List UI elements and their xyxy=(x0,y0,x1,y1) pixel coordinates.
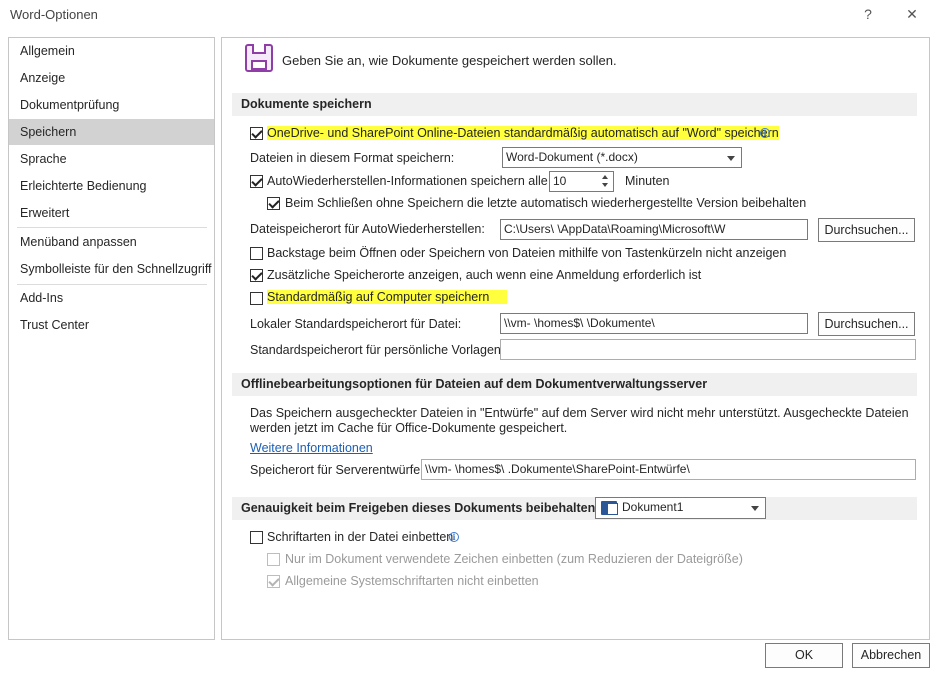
drafts-location-label: Speicherort für Serverentwürfe: xyxy=(250,463,424,477)
onedrive-label: OneDrive- und SharePoint Online-Dateien … xyxy=(267,126,779,140)
additional-places-checkbox[interactable] xyxy=(250,269,263,282)
autorecover-minutes-value: 10 xyxy=(553,174,567,188)
backstage-label: Backstage beim Öffnen oder Speichern von… xyxy=(267,246,787,260)
more-info-link[interactable]: Weitere Informationen xyxy=(250,441,373,455)
sidebar: Allgemein Anzeige Dokumentprüfung Speich… xyxy=(8,37,215,640)
format-select-value: Word-Dokument (*.docx) xyxy=(506,150,638,164)
fidelity-document-value: Dokument1 xyxy=(622,500,684,514)
word-document-icon xyxy=(601,501,618,515)
section-header-save: Dokumente speichern xyxy=(232,93,917,116)
page-heading: Geben Sie an, wie Dokumente gespeichert … xyxy=(282,53,617,68)
default-computer-checkbox[interactable] xyxy=(250,292,263,305)
fidelity-document-select[interactable]: Dokument1 xyxy=(595,497,766,519)
browse-local-button[interactable]: Durchsuchen... xyxy=(818,312,915,336)
sidebar-item-dokumentpruefung[interactable]: Dokumentprüfung xyxy=(9,92,214,118)
sidebar-item-erweitert[interactable]: Erweitert xyxy=(9,200,214,226)
backstage-checkbox[interactable] xyxy=(250,247,263,260)
keep-last-version-checkbox[interactable] xyxy=(267,197,280,210)
autorecover-checkbox[interactable] xyxy=(250,175,263,188)
sidebar-item-erleichterte-bedienung[interactable]: Erleichterte Bedienung xyxy=(9,173,214,199)
drafts-location-input[interactable]: \\vm- \homes$\ .Dokumente\SharePoint-Ent… xyxy=(421,459,916,480)
embed-fonts-label: Schriftarten in der Datei einbetten xyxy=(267,530,454,544)
sidebar-item-schnellzugriff[interactable]: Symbolleiste für den Schnellzugriff xyxy=(9,256,214,282)
sidebar-item-sprache[interactable]: Sprache xyxy=(9,146,214,172)
section-header-fidelity: Genauigkeit beim Freigeben dieses Dokume… xyxy=(232,497,917,520)
sidebar-item-add-ins[interactable]: Add-Ins xyxy=(9,285,214,311)
chevron-down-icon xyxy=(751,506,759,511)
only-used-chars-label: Nur im Dokument verwendete Zeichen einbe… xyxy=(285,552,743,566)
cancel-button[interactable]: Abbrechen xyxy=(852,643,930,668)
section-header-offline: Offlinebearbeitungsoptionen für Dateien … xyxy=(232,373,917,396)
close-button[interactable]: ✕ xyxy=(899,2,925,26)
no-system-fonts-label: Allgemeine Systemschriftarten nicht einb… xyxy=(285,574,539,588)
embed-fonts-checkbox[interactable] xyxy=(250,531,263,544)
format-select[interactable]: Word-Dokument (*.docx) xyxy=(502,147,742,168)
local-default-input[interactable]: \\vm- \homes$\ \Dokumente\ xyxy=(500,313,808,334)
offline-description: Das Speichern ausgecheckter Dateien in "… xyxy=(250,406,909,435)
window-title: Word-Optionen xyxy=(10,7,98,22)
sidebar-item-speichern[interactable]: Speichern xyxy=(9,119,214,145)
personal-templates-input[interactable] xyxy=(500,339,916,360)
browse-autorecover-button[interactable]: Durchsuchen... xyxy=(818,218,915,242)
help-button[interactable]: ? xyxy=(855,2,881,26)
keep-last-version-label: Beim Schließen ohne Speichern die letzte… xyxy=(285,196,807,210)
default-computer-label: Standardmäßig auf Computer speichern xyxy=(267,290,508,304)
autorecover-minutes-stepper[interactable]: 10 xyxy=(549,171,614,192)
sidebar-item-trust-center[interactable]: Trust Center xyxy=(9,312,214,338)
personal-templates-label: Standardspeicherort für persönliche Vorl… xyxy=(250,343,505,357)
autorecover-path-label: Dateispeicherort für AutoWiederherstelle… xyxy=(250,222,485,236)
only-used-chars-checkbox[interactable] xyxy=(267,553,280,566)
autorecover-path-input[interactable]: C:\Users\ \AppData\Roaming\Microsoft\W xyxy=(500,219,808,240)
sidebar-divider xyxy=(17,227,207,228)
format-label: Dateien in diesem Format speichern: xyxy=(250,151,455,165)
save-icon xyxy=(245,44,273,72)
info-icon[interactable]: i xyxy=(449,532,459,542)
no-system-fonts-checkbox[interactable] xyxy=(267,575,280,588)
onedrive-checkbox[interactable] xyxy=(250,127,263,140)
minutes-label: Minuten xyxy=(625,174,670,188)
sidebar-item-allgemein[interactable]: Allgemein xyxy=(9,38,214,64)
sidebar-item-menueband[interactable]: Menüband anpassen xyxy=(9,229,214,255)
additional-places-label: Zusätzliche Speicherorte anzeigen, auch … xyxy=(267,268,702,282)
info-icon[interactable]: i xyxy=(760,128,770,138)
content-panel: Geben Sie an, wie Dokumente gespeichert … xyxy=(221,37,930,640)
local-default-label: Lokaler Standardspeicherort für Datei: xyxy=(250,317,462,331)
ok-button[interactable]: OK xyxy=(765,643,843,668)
sidebar-item-anzeige[interactable]: Anzeige xyxy=(9,65,214,91)
autorecover-label: AutoWiederherstellen-Informationen speic… xyxy=(267,174,548,188)
chevron-down-icon xyxy=(727,156,735,161)
spinner-icon[interactable] xyxy=(599,172,613,191)
